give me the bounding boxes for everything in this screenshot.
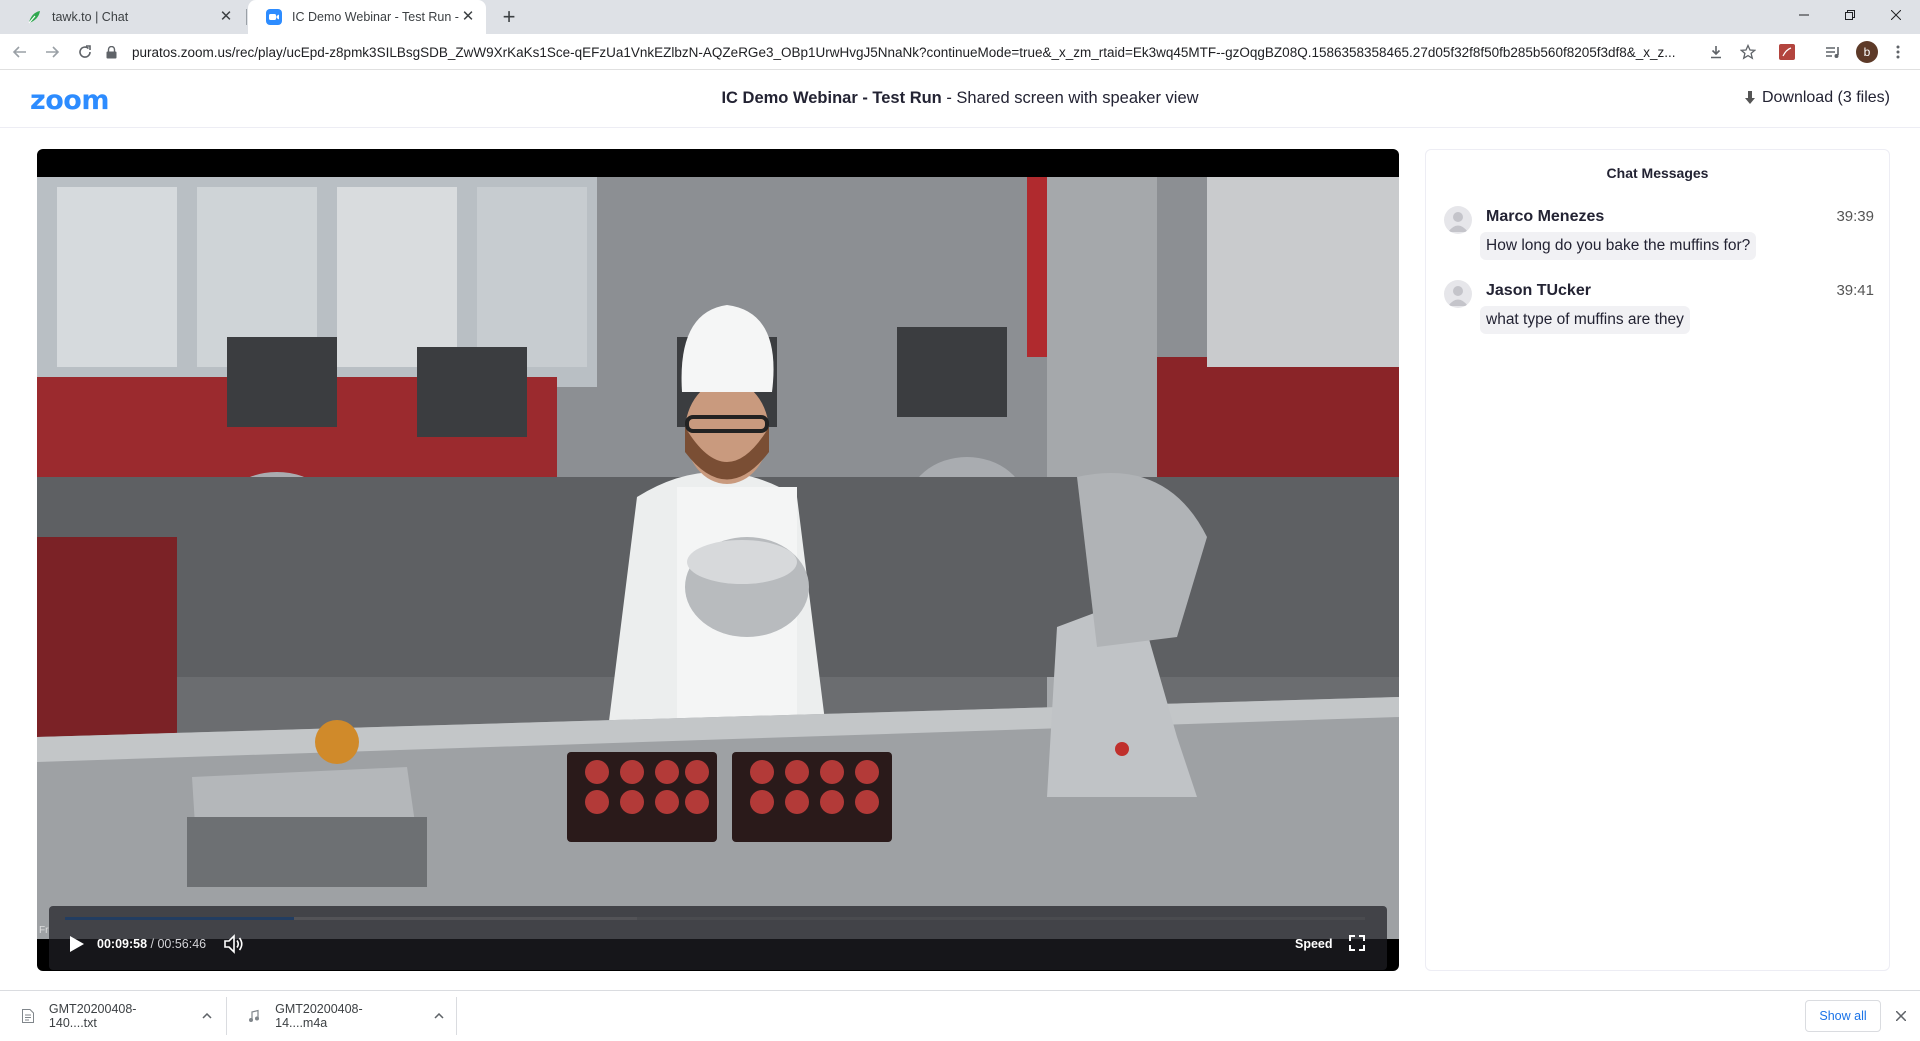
download-divider: [226, 997, 227, 1035]
message-text: what type of muffins are they: [1480, 306, 1690, 334]
back-arrow-icon[interactable]: [8, 40, 32, 64]
install-download-icon[interactable]: [1705, 41, 1727, 63]
download-arrow-icon: [1744, 91, 1756, 105]
recording-title-view: - Shared screen with speaker view: [941, 89, 1199, 107]
player-controls: 00:09:58 / 00:56:46 Speed: [49, 906, 1387, 970]
playback-time: 00:09:58 / 00:56:46: [97, 937, 206, 951]
video-overlay-text: Fr: [39, 925, 49, 936]
reload-icon[interactable]: [73, 40, 97, 64]
minimize-window-button[interactable]: [1781, 0, 1827, 30]
download-item-m4a[interactable]: GMT20200408-14....m4a: [248, 991, 444, 1041]
close-tab-icon[interactable]: ✕: [460, 9, 476, 25]
lock-icon: [106, 45, 120, 59]
close-icon[interactable]: [1892, 1007, 1910, 1025]
url-text: puratos.zoom.us/rec/play/ucEpd-z8pmk3SIL…: [131, 44, 1676, 60]
recording-title: IC Demo Webinar - Test Run - Shared scre…: [0, 89, 1920, 108]
video-player[interactable]: Fr 00:09:58 / 00:56:46 Speed: [37, 149, 1399, 971]
message-time: 39:39: [1836, 208, 1874, 225]
browser-toolbar: puratos.zoom.us/rec/play/ucEpd-z8pmk3SIL…: [0, 34, 1920, 70]
fullscreen-icon[interactable]: [1347, 933, 1367, 953]
chat-panel-title: Chat Messages: [1606, 165, 1709, 181]
pdf-extension-icon[interactable]: [1776, 41, 1798, 63]
message-text: How long do you bake the muffins for?: [1480, 232, 1757, 260]
chevron-up-icon[interactable]: [434, 1013, 444, 1019]
more-menu-icon[interactable]: [1887, 41, 1909, 63]
download-item-txt[interactable]: GMT20200408-140....txt: [22, 991, 212, 1041]
address-bar[interactable]: puratos.zoom.us/rec/play/ucEpd-z8pmk3SIL…: [106, 36, 1706, 68]
chevron-up-icon[interactable]: [202, 1013, 212, 1019]
forward-arrow-icon[interactable]: [40, 40, 64, 64]
message-time: 39:41: [1836, 282, 1874, 299]
restore-window-button[interactable]: [1827, 0, 1873, 30]
download-filename: GMT20200408-14....m4a: [275, 1002, 363, 1030]
new-tab-button[interactable]: +: [497, 5, 521, 29]
message-sender: Jason TUcker: [1486, 282, 1591, 299]
play-icon[interactable]: [67, 933, 87, 955]
total-time: 00:56:46: [157, 937, 207, 951]
close-window-button[interactable]: [1873, 0, 1919, 30]
bookmark-star-icon[interactable]: [1737, 41, 1759, 63]
tawk-leaf-icon: [26, 9, 42, 25]
current-time: 00:09:58: [97, 937, 148, 951]
speed-button[interactable]: Speed: [1295, 937, 1333, 951]
close-tab-icon[interactable]: ✕: [218, 9, 234, 25]
tab-title: tawk.to | Chat: [52, 10, 129, 24]
zoom-header: zoom IC Demo Webinar - Test Run - Shared…: [0, 71, 1920, 128]
tab-divider: [246, 9, 247, 25]
user-avatar-icon: [1444, 206, 1472, 234]
chat-message: Marco Menezes 39:39 How long do you bake…: [1444, 202, 1874, 266]
chat-message: Jason TUcker 39:41 what type of muffins …: [1444, 276, 1874, 340]
zoom-video-icon: [266, 9, 282, 25]
time-separator: /: [147, 937, 158, 951]
video-frame-kitchen-demo[interactable]: [37, 177, 1399, 939]
text-file-icon: [22, 1008, 35, 1024]
recording-title-bold: IC Demo Webinar - Test Run: [721, 89, 942, 107]
tab-title: IC Demo Webinar - Test Run - Zo: [292, 10, 460, 24]
browser-tab-strip: tawk.to | Chat ✕ IC Demo Webinar - Test …: [0, 0, 1920, 34]
message-sender: Marco Menezes: [1486, 208, 1605, 225]
audio-file-icon: [248, 1008, 261, 1024]
tab-tawk-chat[interactable]: tawk.to | Chat ✕: [8, 0, 244, 34]
download-button[interactable]: Download (3 files): [1744, 89, 1890, 107]
user-avatar-icon: [1444, 280, 1472, 308]
download-label: Download (3 files): [1761, 89, 1890, 106]
profile-avatar[interactable]: b: [1856, 41, 1878, 63]
media-queue-icon[interactable]: [1822, 41, 1844, 63]
show-all-button[interactable]: Show all: [1805, 1000, 1881, 1032]
volume-icon[interactable]: [221, 932, 247, 956]
chat-messages-panel: Chat Messages Marco Menezes 39:39 How lo…: [1425, 149, 1890, 971]
tab-zoom-recording[interactable]: IC Demo Webinar - Test Run - Zo ✕: [248, 0, 486, 34]
download-filename: GMT20200408-140....txt: [48, 1002, 137, 1030]
download-shelf: GMT20200408-140....txt GMT20200408-14...…: [0, 990, 1920, 1040]
download-divider: [456, 997, 457, 1035]
